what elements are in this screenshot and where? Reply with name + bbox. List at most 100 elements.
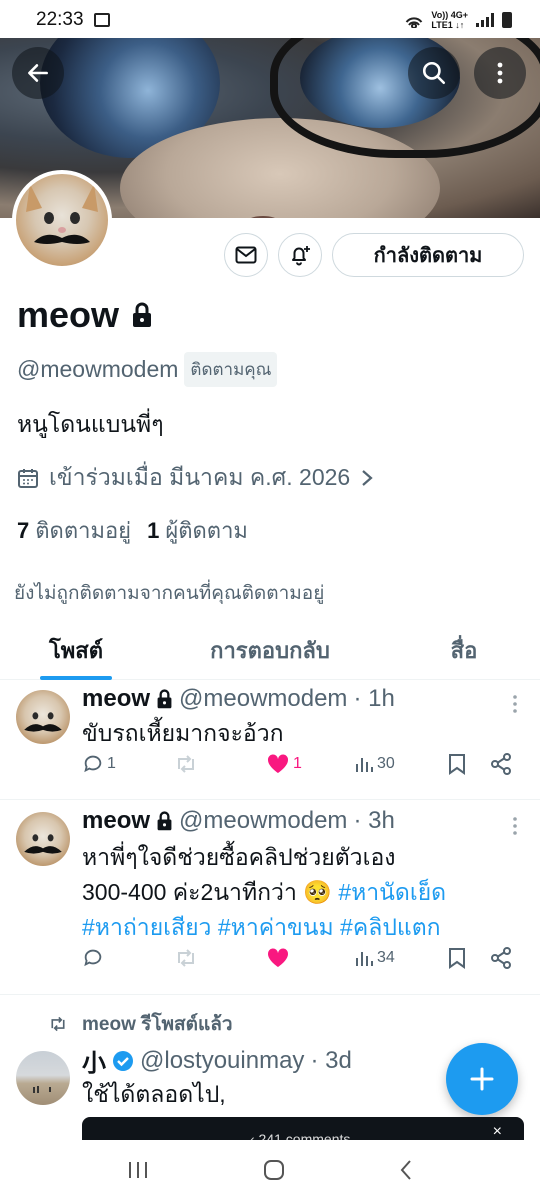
followers-count-link[interactable]: 1 ผู้ติดตาม (147, 513, 248, 548)
lock-icon (157, 689, 172, 709)
more-vertical-icon (497, 62, 503, 84)
heart-filled-icon (267, 948, 289, 967)
reply-button[interactable] (82, 947, 104, 969)
gallery-notification-icon (93, 13, 110, 27)
not-followed-note: ยังไม่ถูกติดตามจากคนที่คุณติดตามอยู่ (14, 583, 325, 604)
profile-name: meow (17, 294, 120, 335)
post-text: หาพี่ๆใจดีช่วยซื้อคลิปช่วยตัวเอง 300-400… (82, 840, 520, 945)
repost-icon (51, 1016, 65, 1032)
battery-icon (502, 12, 512, 28)
views-chart-icon (356, 952, 373, 966)
tab-replies[interactable]: การตอบกลับ (192, 620, 348, 680)
followers-count: 1 (147, 518, 160, 543)
repost-header: meow รีโพสต์แล้ว (48, 1009, 233, 1039)
hotspot-icon (406, 17, 423, 28)
reply-count: 1 (107, 755, 116, 772)
repost-icon (178, 755, 194, 773)
post-text-line: #หาถ่ายเสียว #หาค่าขนม #คลิปแตก (82, 910, 520, 945)
hashtag-link[interactable]: #คลิปแตก (340, 914, 441, 940)
notifications-button[interactable] (278, 233, 322, 277)
post-more-icon[interactable] (512, 816, 518, 836)
repost-label[interactable]: meow รีโพสต์แล้ว (82, 1009, 233, 1039)
share-icon[interactable] (490, 753, 512, 775)
share-icon[interactable] (490, 947, 512, 969)
like-button[interactable]: 1 (266, 753, 302, 775)
profile-tabs: โพสต์ การตอบกลับ สื่อ (0, 620, 540, 680)
network-bottom: LTE1 ↓↑ (431, 20, 465, 30)
lock-icon (133, 302, 152, 327)
search-icon (422, 61, 446, 85)
post-author-handle[interactable]: @lostyouinmay (140, 1047, 304, 1075)
heart-filled-icon (267, 754, 289, 773)
hashtag-link[interactable]: #หาค่าขนม (218, 914, 334, 940)
profile-name-row: meow (17, 294, 153, 336)
follows-you-badge: ติดตามคุณ (184, 352, 278, 387)
views-button[interactable]: 34 (354, 948, 395, 968)
repost-button[interactable] (174, 753, 198, 775)
bookmark-icon[interactable] (448, 753, 466, 775)
repost-button[interactable] (174, 947, 198, 969)
mail-icon (235, 246, 257, 264)
following-button[interactable]: กำลังติดตาม (332, 233, 524, 277)
view-count: 30 (377, 755, 395, 772)
profile-handle: @meowmodem (17, 356, 179, 382)
post-author-name[interactable]: meow (82, 807, 150, 835)
post-item[interactable]: meow @meowmodem · 3h หาพี่ๆใจดีช่วยซื้อค… (0, 800, 540, 995)
post-item[interactable]: meow @meowmodem · 1h ขับรถเหี้ยมากจะอ้วก… (0, 680, 540, 800)
post-author-handle[interactable]: @meowmodem (179, 807, 347, 835)
network-indicator: Vo)) 4G+ LTE1 ↓↑ (431, 10, 468, 30)
snackbar-close-icon[interactable]: × (493, 1123, 502, 1141)
post-header: meow @meowmodem · 1h (82, 685, 395, 713)
post-author-handle[interactable]: @meowmodem (179, 685, 347, 713)
calendar-icon (18, 469, 38, 488)
lock-icon (157, 811, 172, 831)
network-top: Vo)) 4G+ (431, 10, 468, 20)
profile-bio: หนูโดนแบนพี่ๆ (17, 411, 164, 437)
search-button[interactable] (408, 47, 460, 99)
home-icon[interactable] (263, 1159, 285, 1181)
post-text-line: 300-400 ค่ะ2นาทีกว่า 🥺 #หานัดเย็ด (82, 875, 520, 910)
post-author-avatar[interactable] (16, 812, 70, 866)
plus-icon (470, 1067, 494, 1091)
bell-plus-icon (292, 246, 310, 266)
comments-snackbar[interactable]: ‹ 241 comments × (82, 1117, 524, 1141)
joined-date-row[interactable]: เข้าร่วมเมื่อ มีนาคม ค.ศ. 2026 (17, 460, 374, 496)
follow-counts: 7 ติดตามอยู่ 1 ผู้ติดตาม (17, 513, 248, 548)
post-text-plain: 300-400 ค่ะ2นาทีกว่า 🥺 (82, 879, 339, 905)
reply-icon (84, 949, 102, 967)
back-arrow-icon (28, 64, 48, 82)
post-author-name[interactable]: meow (82, 685, 150, 713)
reply-icon (84, 755, 102, 773)
post-time: · 1h (353, 685, 395, 712)
like-button[interactable] (266, 947, 290, 969)
post-header: 小 @lostyouinmay · 3d (82, 1043, 352, 1078)
back-nav-icon[interactable] (398, 1159, 414, 1181)
followers-label: ผู้ติดตาม (165, 518, 248, 543)
following-count-link[interactable]: 7 ติดตามอยู่ (17, 513, 131, 548)
views-button[interactable]: 30 (354, 754, 395, 774)
hashtag-link[interactable]: #หาถ่ายเสียว (82, 914, 211, 940)
tab-media[interactable]: สื่อ (444, 620, 484, 680)
tab-posts[interactable]: โพสต์ (40, 620, 112, 680)
following-label: ติดตามอยู่ (35, 518, 132, 543)
profile-avatar[interactable] (12, 170, 112, 270)
back-button[interactable] (12, 47, 64, 99)
post-author-avatar[interactable] (16, 690, 70, 744)
more-options-button[interactable] (474, 47, 526, 99)
post-header: meow @meowmodem · 3h (82, 807, 395, 835)
compose-post-button[interactable] (446, 1043, 518, 1115)
post-author-name[interactable]: 小 (82, 1043, 106, 1078)
message-button[interactable] (224, 233, 268, 277)
chevron-right-icon (362, 470, 373, 486)
post-author-avatar[interactable] (16, 1051, 70, 1105)
hashtag-link[interactable]: #หานัดเย็ด (338, 879, 446, 905)
joined-date: เข้าร่วมเมื่อ มีนาคม ค.ศ. 2026 (49, 464, 351, 490)
reply-button[interactable]: 1 (82, 753, 116, 775)
post-time: · 3h (353, 807, 395, 834)
bookmark-icon[interactable] (448, 947, 466, 969)
post-more-icon[interactable] (512, 694, 518, 714)
following-count: 7 (17, 518, 30, 543)
like-count: 1 (293, 755, 302, 772)
recent-apps-icon[interactable] (126, 1160, 150, 1180)
profile-handle-row: @meowmodem ติดตามคุณ (17, 352, 278, 387)
